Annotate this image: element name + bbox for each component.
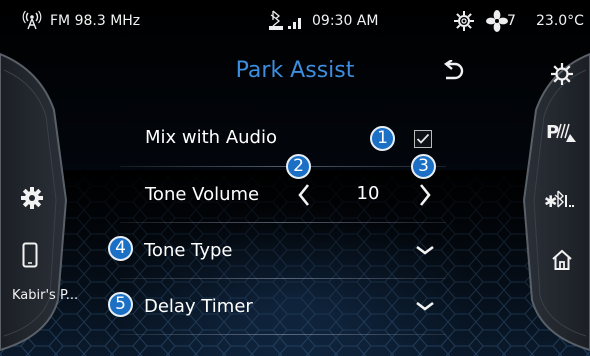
delay-timer-dropdown-chevron-icon[interactable] — [414, 298, 436, 317]
row-divider — [120, 278, 446, 279]
callout-badge-2: 2 — [286, 154, 311, 179]
callout-badge-1: 1 — [370, 126, 395, 151]
clock-time: 09:30 AM — [312, 13, 379, 29]
phone-icon[interactable] — [18, 240, 42, 270]
bluetooth-phone-icon — [268, 9, 286, 35]
mix-audio-checkbox[interactable] — [414, 130, 432, 148]
tone-type-label[interactable]: Tone Type — [144, 240, 233, 261]
svg-text:P: P — [546, 122, 559, 143]
callout-badge-5: 5 — [108, 292, 133, 317]
temperature-readout: 23.0°C — [536, 13, 584, 29]
hexagon-background — [0, 170, 590, 356]
back-arrow-icon[interactable] — [440, 59, 466, 88]
tone-volume-label: Tone Volume — [145, 184, 260, 205]
status-bar: FM 98.3 MHz 09:30 AM 7 23.0°C — [0, 0, 590, 44]
row-divider — [120, 166, 446, 167]
right-side-panel: P ✱ — [508, 50, 590, 352]
row-divider — [120, 334, 446, 335]
climate-gear-icon — [453, 10, 475, 36]
tone-volume-increase-chevron-icon[interactable] — [418, 183, 432, 211]
park-assist-icon[interactable]: P — [544, 118, 580, 146]
radio-station-text: FM 98.3 MHz — [50, 13, 141, 29]
bluetooth-settings-icon[interactable]: ✱ — [542, 186, 576, 214]
park-assist-screen: FM 98.3 MHz 09:30 AM 7 23.0°C Kabir's P.… — [0, 0, 590, 356]
radio-antenna-icon — [22, 10, 42, 34]
settings-gear-icon-right[interactable] — [548, 60, 576, 88]
settings-gear-icon[interactable] — [18, 184, 46, 212]
row-divider — [120, 222, 446, 223]
left-side-panel: Kabir's P... — [0, 50, 82, 352]
tone-volume-decrease-chevron-icon[interactable] — [297, 183, 311, 211]
home-icon[interactable] — [548, 246, 576, 274]
callout-badge-4: 4 — [108, 236, 133, 261]
tone-volume-value: 10 — [356, 183, 380, 204]
device-name[interactable]: Kabir's P... — [12, 288, 78, 303]
delay-timer-label[interactable]: Delay Timer — [144, 296, 253, 317]
fan-level: 7 — [507, 13, 516, 29]
signal-bars-icon — [288, 14, 306, 34]
page-title: Park Assist — [235, 58, 355, 83]
mix-audio-label: Mix with Audio — [145, 127, 277, 148]
tone-type-dropdown-chevron-icon[interactable] — [414, 242, 436, 261]
fan-icon — [486, 10, 508, 36]
callout-badge-3: 3 — [411, 154, 436, 179]
